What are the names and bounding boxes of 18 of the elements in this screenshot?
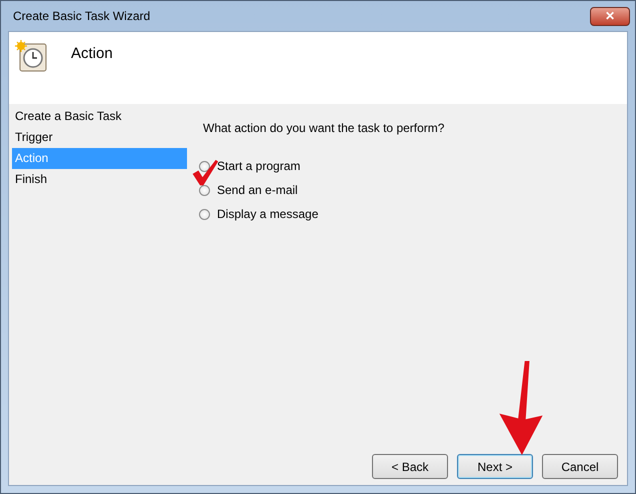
radio-button[interactable] xyxy=(199,208,210,220)
wizard-button[interactable]: Cancel xyxy=(542,454,618,479)
window-title: Create Basic Task Wizard xyxy=(12,9,150,23)
arrow-icon xyxy=(499,361,543,455)
radio-button[interactable] xyxy=(199,184,210,196)
option-label[interactable]: Display a message xyxy=(217,207,318,221)
clock-icon xyxy=(15,40,47,72)
step-item[interactable]: Finish xyxy=(12,169,187,190)
step-item[interactable]: Trigger xyxy=(12,127,187,148)
step-item[interactable]: Create a Basic Task xyxy=(12,106,187,127)
wizard-button[interactable]: Next > xyxy=(457,454,533,479)
checkmark-icon xyxy=(191,159,219,187)
question-text: What action do you want the task to perform? xyxy=(203,121,444,135)
wizard-button[interactable]: < Back xyxy=(372,454,448,479)
page-heading: Action xyxy=(71,45,113,62)
option-label[interactable]: Start a program xyxy=(217,159,300,173)
option-label[interactable]: Send an e-mail xyxy=(217,183,298,197)
radio-button[interactable] xyxy=(199,160,210,172)
